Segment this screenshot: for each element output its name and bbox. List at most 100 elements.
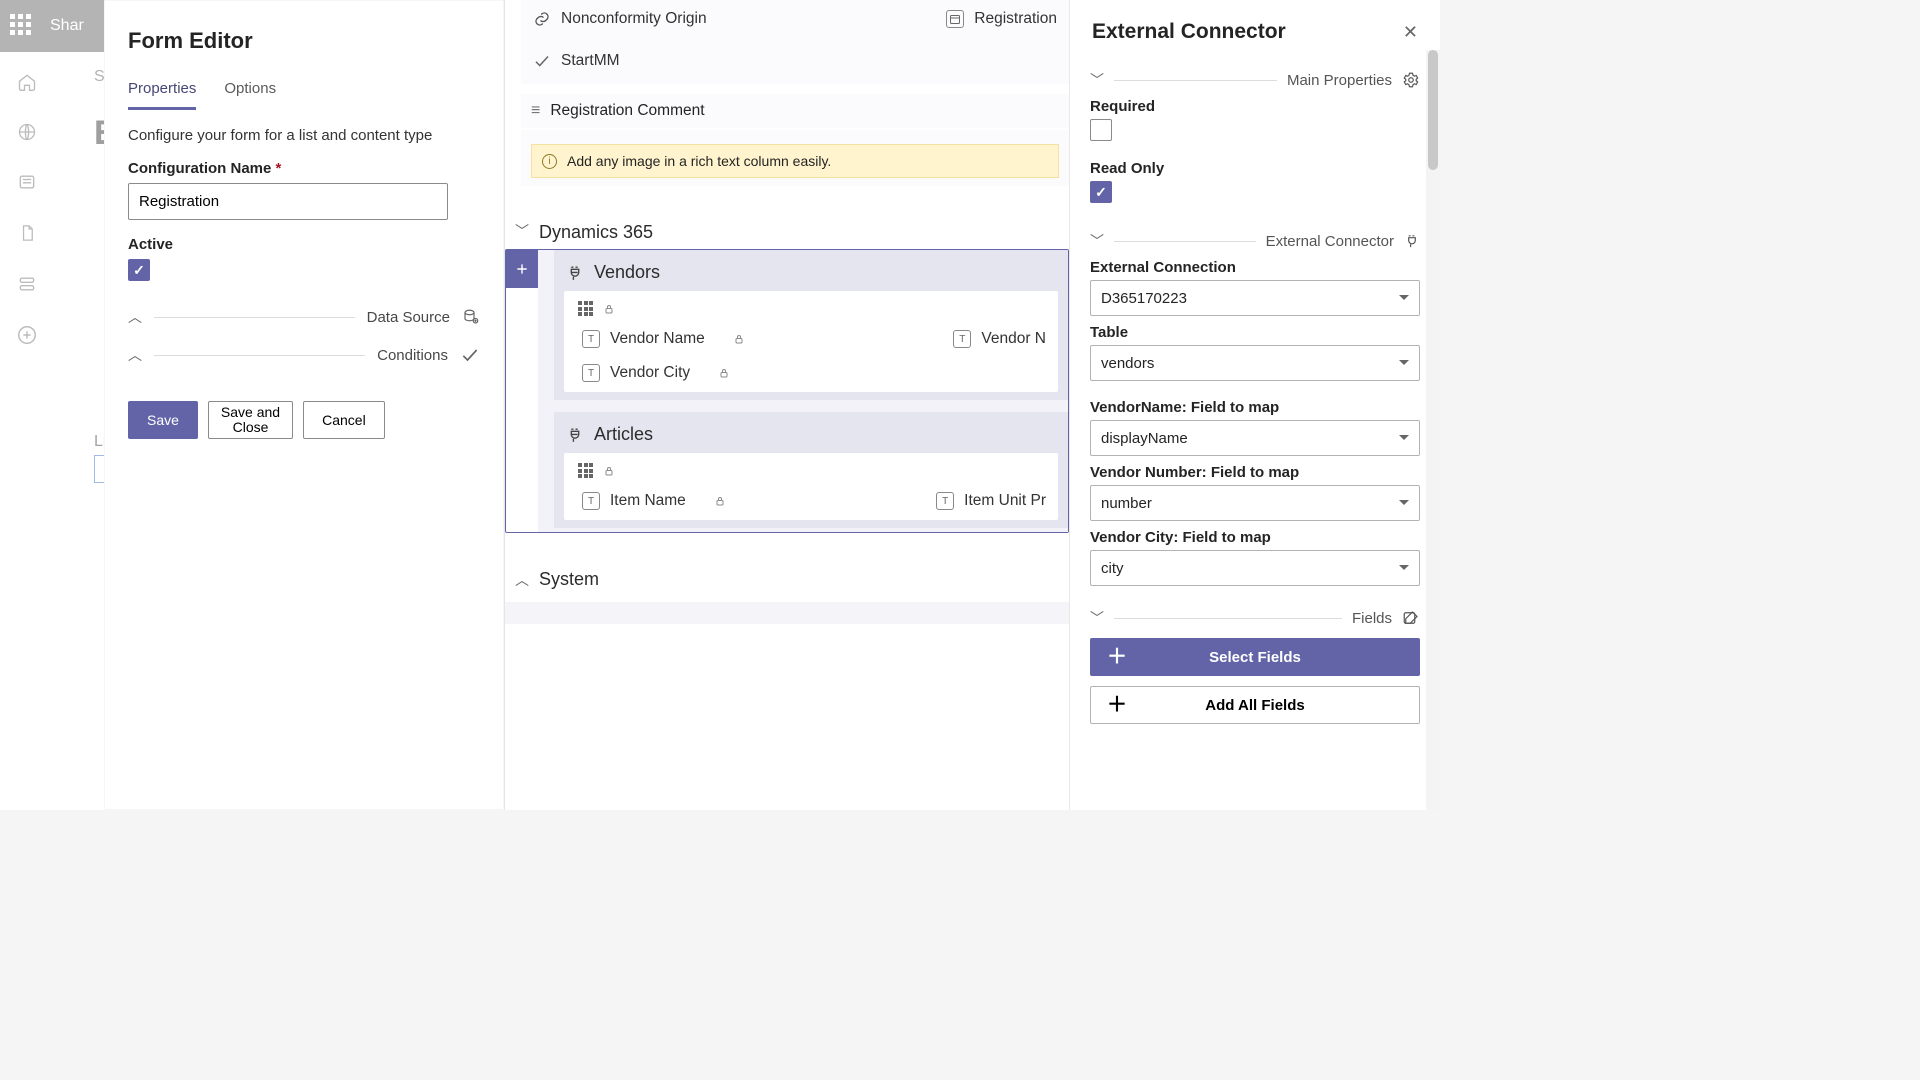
- cancel-button[interactable]: Cancel: [303, 401, 385, 439]
- tab-options[interactable]: Options: [224, 76, 276, 110]
- active-checkbox[interactable]: [128, 259, 150, 281]
- field-nonconformity-origin[interactable]: Nonconformity Origin: [531, 2, 709, 36]
- group-header-dynamics[interactable]: ﹀ Dynamics 365: [505, 214, 1069, 249]
- field-vendor-city[interactable]: T Vendor City: [580, 356, 732, 390]
- section-label: Data Source: [367, 309, 450, 326]
- form-editor-title: Form Editor: [128, 28, 480, 54]
- map-vendornumber-select[interactable]: number: [1090, 485, 1420, 521]
- lock-icon: [733, 332, 745, 346]
- panel-scrollbar[interactable]: [1426, 50, 1440, 810]
- group-dynamics-card: Vendors: [505, 249, 1069, 533]
- chevron-up-icon[interactable]: ︿: [128, 345, 142, 365]
- form-editor-panel: Form Editor Properties Options Configure…: [104, 0, 504, 810]
- table-label: Table: [1090, 324, 1420, 341]
- external-connection-select[interactable]: D365170223: [1090, 280, 1420, 316]
- save-button[interactable]: Save: [128, 401, 198, 439]
- text-icon: T: [582, 330, 600, 348]
- grid-icon: [578, 301, 593, 316]
- subcard-vendors[interactable]: Vendors: [554, 250, 1068, 400]
- field-registration-date[interactable]: Registration: [944, 2, 1059, 36]
- subcard-title: Articles: [594, 424, 653, 445]
- data-source-icon: [462, 308, 480, 326]
- field-startmm[interactable]: StartMM: [531, 44, 622, 78]
- check-icon: [533, 52, 551, 70]
- lock-icon: [603, 302, 615, 316]
- readonly-checkbox[interactable]: [1090, 181, 1112, 203]
- external-connector-panel: External Connector ✕ ﹀ Main Properties R…: [1069, 0, 1440, 810]
- field-label: Nonconformity Origin: [561, 10, 707, 28]
- select-fields-button[interactable]: ＋ Select Fields: [1090, 638, 1420, 676]
- section-data-source: ︿ Data Source: [128, 307, 480, 327]
- field-label: Item Unit Pr: [964, 492, 1046, 510]
- config-name-label: Configuration Name *: [128, 160, 480, 177]
- table-select[interactable]: vendors: [1090, 345, 1420, 381]
- field-vendor-name[interactable]: T Vendor Name: [580, 322, 747, 356]
- map-vendorname-select[interactable]: displayName: [1090, 420, 1420, 456]
- lock-icon: [718, 366, 730, 380]
- connector-icon: [562, 422, 587, 447]
- subcard-articles[interactable]: Articles: [554, 412, 1068, 528]
- subcard-title: Vendors: [594, 262, 660, 283]
- section-label: Conditions: [377, 347, 448, 364]
- grid-icon: [578, 463, 593, 478]
- section-label: External Connector: [1266, 233, 1394, 250]
- external-connection-label: External Connection: [1090, 259, 1420, 276]
- close-button[interactable]: ✕: [1403, 22, 1418, 43]
- field-label: Registration Comment: [550, 102, 704, 120]
- section-fields: ﹀ Fields: [1090, 608, 1420, 628]
- textarea-icon: ≡: [531, 102, 540, 120]
- tab-properties[interactable]: Properties: [128, 76, 196, 110]
- connector-icon: [562, 260, 587, 285]
- field-label: StartMM: [561, 52, 620, 70]
- required-label: Required: [1090, 98, 1420, 115]
- section-conditions: ︿ Conditions: [128, 345, 480, 365]
- text-icon: T: [582, 492, 600, 510]
- chevron-down-icon[interactable]: ﹀: [1090, 608, 1104, 628]
- text-icon: T: [953, 330, 971, 348]
- text-icon: T: [582, 364, 600, 382]
- link-icon: [533, 10, 551, 28]
- edit-icon[interactable]: [1402, 609, 1420, 627]
- field-vendor-number[interactable]: T Vendor N: [951, 322, 1048, 356]
- required-checkbox[interactable]: [1090, 119, 1112, 141]
- chevron-down-icon[interactable]: ﹀: [1090, 231, 1104, 251]
- editor-tabs: Properties Options: [128, 76, 480, 111]
- chevron-down-icon[interactable]: ﹀: [1090, 70, 1104, 90]
- add-all-fields-button[interactable]: ＋ Add All Fields: [1090, 686, 1420, 724]
- editor-description: Configure your form for a list and conte…: [128, 127, 480, 144]
- add-subcard-button[interactable]: [506, 250, 538, 288]
- chevron-up-icon: ︿: [515, 570, 529, 590]
- map-vendornumber-label: Vendor Number: Field to map: [1090, 464, 1420, 481]
- section-main-properties: ﹀ Main Properties: [1090, 70, 1420, 90]
- lock-icon: [714, 494, 726, 508]
- field-label: Item Name: [610, 492, 686, 510]
- text-icon: T: [936, 492, 954, 510]
- section-label: Fields: [1352, 610, 1392, 627]
- panel-title: External Connector: [1092, 20, 1286, 44]
- field-label: Vendor City: [610, 364, 690, 382]
- form-canvas: Nonconformity Origin Registration StartM…: [504, 0, 1069, 810]
- field-item-unit-price[interactable]: T Item Unit Pr: [934, 484, 1048, 518]
- info-icon: i: [542, 154, 557, 169]
- chevron-down-icon: ﹀: [515, 221, 529, 241]
- field-item-name[interactable]: T Item Name: [580, 484, 728, 518]
- connector-icon: [1401, 230, 1424, 253]
- section-external-connector: ﹀ External Connector: [1090, 231, 1420, 251]
- chevron-up-icon[interactable]: ︿: [128, 307, 142, 327]
- map-vendorcity-label: Vendor City: Field to map: [1090, 529, 1420, 546]
- lock-icon: [603, 464, 615, 478]
- checkmark-icon: [460, 345, 480, 365]
- field-label: Vendor Name: [610, 330, 705, 348]
- save-and-close-button[interactable]: Save and Close: [208, 401, 293, 439]
- group-header-system[interactable]: ︿ System: [505, 561, 1069, 596]
- tip-text: Add any image in a rich text column easi…: [567, 153, 831, 169]
- gear-icon[interactable]: [1402, 71, 1420, 89]
- group-title: Dynamics 365: [539, 222, 653, 243]
- config-name-input[interactable]: [128, 183, 448, 220]
- field-label: Vendor N: [981, 330, 1046, 348]
- group-title: System: [539, 569, 599, 590]
- section-label: Main Properties: [1287, 72, 1392, 89]
- active-label: Active: [128, 236, 480, 253]
- date-icon: [946, 10, 964, 28]
- map-vendorcity-select[interactable]: city: [1090, 550, 1420, 586]
